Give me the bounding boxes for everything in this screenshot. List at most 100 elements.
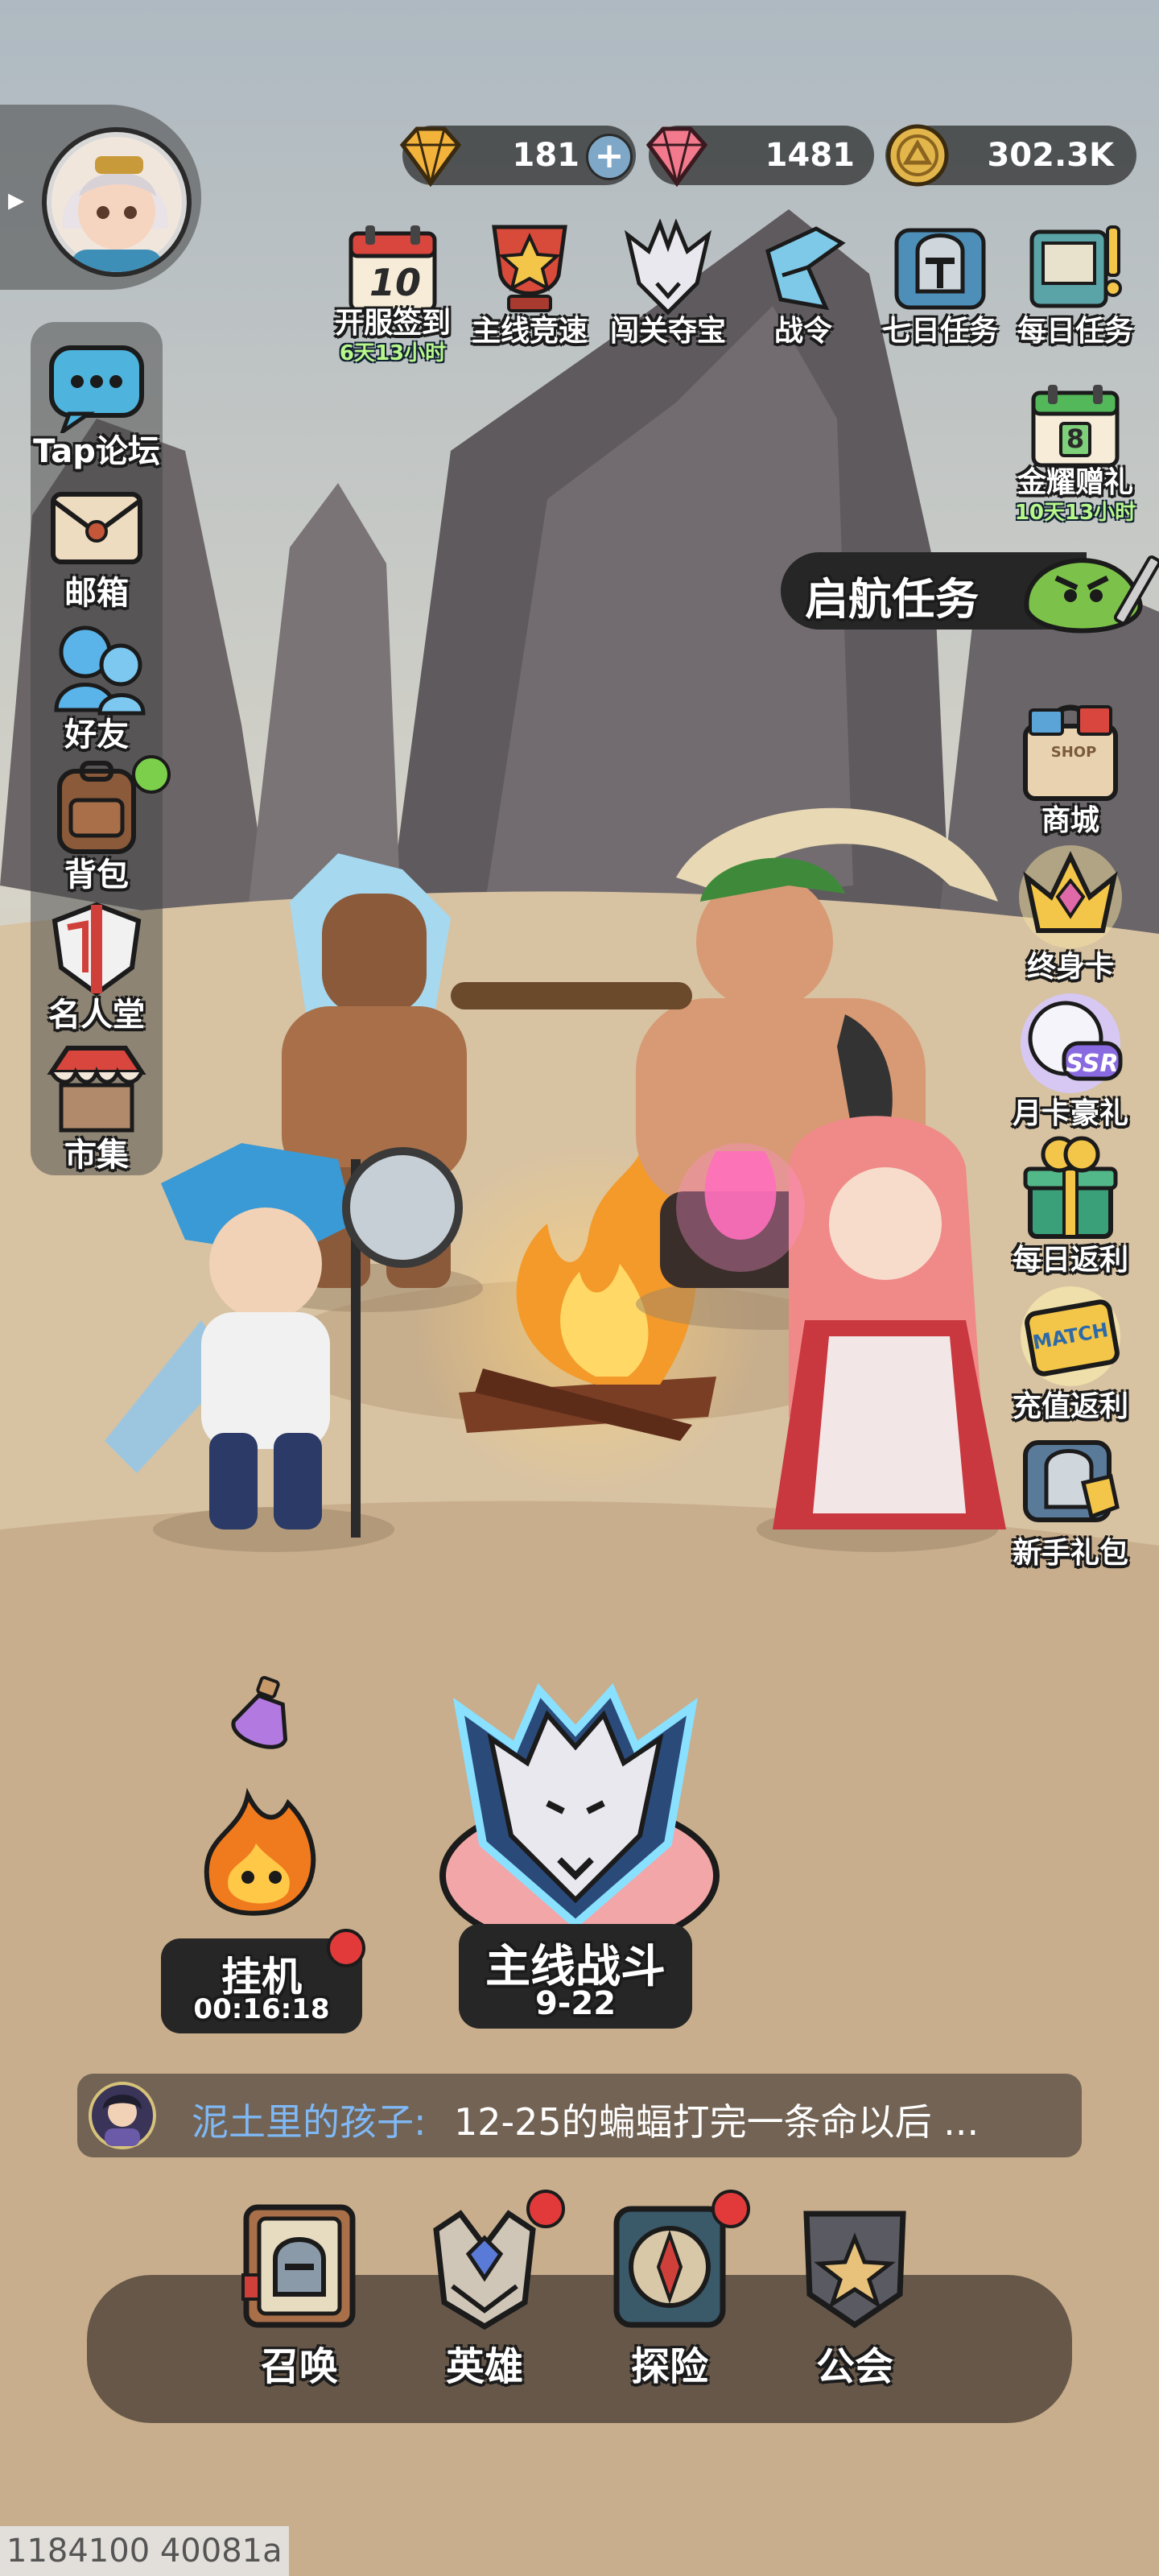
server-sign-in-button[interactable]: 10 开服签到 6天13小时 — [327, 219, 459, 372]
chat-bubble-icon — [49, 345, 144, 433]
idle-button[interactable]: 挂机 00:16:18 — [159, 1787, 369, 2037]
tap-forum-button[interactable]: Tap论坛 — [32, 336, 161, 475]
stage-treasure-button[interactable]: 闯关夺宝 — [602, 219, 734, 372]
daily-tasks-button[interactable]: 每日任务 — [1009, 219, 1141, 372]
heroes-label: 英雄 — [445, 2344, 523, 2389]
summon-label: 召唤 — [260, 2344, 338, 2389]
heroes-tab[interactable]: 英雄 — [404, 2190, 565, 2389]
lifetime-card-label: 终身卡 — [1026, 951, 1114, 984]
gem-count: 1481 — [765, 137, 855, 174]
diamond-icon — [399, 126, 462, 188]
player-avatar[interactable] — [42, 127, 192, 277]
calendar-number: 10 — [369, 261, 421, 304]
add-diamond-button[interactable]: + — [586, 134, 633, 180]
task-book-icon — [1029, 225, 1122, 308]
chat-avatar — [89, 2082, 156, 2149]
trophy-icon — [492, 225, 567, 312]
friends-icon — [54, 625, 146, 716]
battle-pass-label: 战令 — [773, 315, 832, 348]
seven-day-tasks-button[interactable]: 七日任务 — [874, 219, 1006, 372]
guild-label: 公会 — [815, 2344, 893, 2389]
stage-treasure-label: 闯关夺宝 — [609, 315, 726, 348]
newbie-pack-label: 新手礼包 — [1012, 1537, 1128, 1570]
server-sign-in-timer: 6天13小时 — [339, 341, 447, 365]
lifetime-card-button[interactable]: 终身卡 — [998, 840, 1143, 985]
idle-notification-badge — [327, 1929, 365, 1967]
tap-forum-label: Tap论坛 — [33, 433, 160, 470]
backpack-label: 背包 — [64, 857, 129, 894]
collapse-arrow-icon[interactable]: ▸ — [8, 181, 24, 218]
footer-build-id: 1184100 40081a — [0, 2526, 289, 2576]
slime-mascot-icon — [1024, 555, 1159, 634]
ssr-icon-text: SSR — [1066, 1050, 1119, 1078]
idle-timer: 00:16:18 — [193, 1993, 330, 2025]
knight-helmet-icon — [894, 228, 986, 310]
newbie-pack-button[interactable]: 新手礼包 — [998, 1426, 1143, 1571]
explore-label: 探险 — [630, 2344, 708, 2389]
shop-label: 商城 — [1041, 804, 1099, 837]
shop-icon-text: SHOP — [1050, 744, 1097, 761]
friends-button[interactable]: 好友 — [32, 620, 161, 758]
hall-of-fame-button[interactable]: 名人堂 — [32, 900, 161, 1038]
flame-spirit-icon — [204, 1787, 316, 1916]
mailbox-button[interactable]: 邮箱 — [32, 478, 161, 617]
gold-coin-icon — [886, 124, 949, 187]
heroes-notification-badge — [526, 2190, 565, 2228]
monthly-card-gift-label: 月卡豪礼 — [1012, 1097, 1128, 1130]
hall-of-fame-label: 名人堂 — [48, 997, 145, 1034]
main-battle-label-plate: 主线战斗 9-22 — [459, 1924, 692, 2029]
main-battle-button[interactable]: 主线战斗 9-22 — [427, 1682, 724, 2045]
explore-tab[interactable]: 探险 — [589, 2190, 750, 2389]
recharge-rebate-label: 充值返利 — [1012, 1390, 1128, 1423]
avatar-panel[interactable]: ▸ — [0, 105, 201, 290]
recharge-rebate-button[interactable]: MATCH 充值返利 — [998, 1280, 1143, 1425]
main-race-label: 主线竞速 — [471, 315, 588, 348]
golden-gift-label: 金耀赠礼 — [1017, 466, 1133, 499]
chat-bar[interactable]: 泥土里的孩子: 12-25的蝙蝠打完一条命以后 ... — [77, 2074, 1082, 2157]
wolf-emblem-icon — [439, 1682, 720, 1951]
battlefield-background — [0, 0, 1159, 2576]
monthly-card-gift-button[interactable]: SSR 月卡豪礼 — [998, 987, 1143, 1132]
seven-day-tasks-label: 七日任务 — [881, 315, 998, 348]
helmet-pack-icon — [1023, 1440, 1120, 1522]
daily-rebate-button[interactable]: 每日返利 — [998, 1133, 1143, 1278]
main-battle-stage: 9-22 — [534, 1985, 617, 2022]
ssr-card-icon — [1021, 993, 1123, 1093]
friends-label: 好友 — [64, 716, 129, 753]
crown-icon — [1019, 845, 1122, 948]
shield-crest-icon — [52, 902, 142, 997]
chat-avatar-portrait-icon — [103, 2095, 142, 2146]
daily-tasks-label: 每日任务 — [1017, 315, 1133, 348]
battle-pass-icon — [765, 226, 846, 311]
potion-icon[interactable] — [225, 1674, 298, 1755]
server-sign-in-label: 开服签到 — [334, 307, 451, 340]
summon-tab[interactable]: 召唤 — [219, 2198, 380, 2389]
main-race-button[interactable]: 主线竞速 — [464, 219, 596, 372]
daily-rebate-label: 每日返利 — [1012, 1244, 1128, 1277]
backpack-button[interactable]: 背包 — [32, 755, 171, 898]
diamond-count: 181 — [512, 137, 580, 174]
wolf-mask-icon — [624, 219, 712, 316]
mailbox-label: 邮箱 — [64, 575, 129, 612]
guild-shield-icon — [803, 2211, 906, 2329]
golden-gift-button[interactable]: 8 金耀赠礼 10天13小时 — [1009, 378, 1141, 531]
gift-box-icon — [1023, 1136, 1118, 1239]
plus-icon: + — [594, 135, 625, 176]
gem-icon — [645, 126, 708, 188]
envelope-icon — [51, 492, 142, 564]
chat-sender-name: 泥土里的孩子: — [192, 2100, 427, 2144]
market-button[interactable]: 市集 — [32, 1040, 161, 1179]
gold-count: 302.3K — [987, 137, 1114, 174]
market-stall-icon — [47, 1046, 146, 1133]
chat-message: 12-25的蝙蝠打完一条命以后 ... — [454, 2100, 980, 2144]
avatar-portrait-icon — [62, 156, 168, 272]
battle-pass-button[interactable]: 战令 — [737, 219, 869, 372]
footer-build-id-text: 1184100 40081a — [6, 2533, 283, 2570]
guild-tab[interactable]: 公会 — [774, 2198, 935, 2389]
shop-button[interactable]: SHOP 商城 — [998, 694, 1143, 839]
voyage-task-label: 启航任务 — [805, 574, 979, 625]
summon-book-icon — [241, 2204, 356, 2328]
gift-calendar-number: 8 — [1066, 423, 1085, 454]
market-label: 市集 — [64, 1137, 129, 1174]
explore-notification-badge — [711, 2190, 750, 2228]
